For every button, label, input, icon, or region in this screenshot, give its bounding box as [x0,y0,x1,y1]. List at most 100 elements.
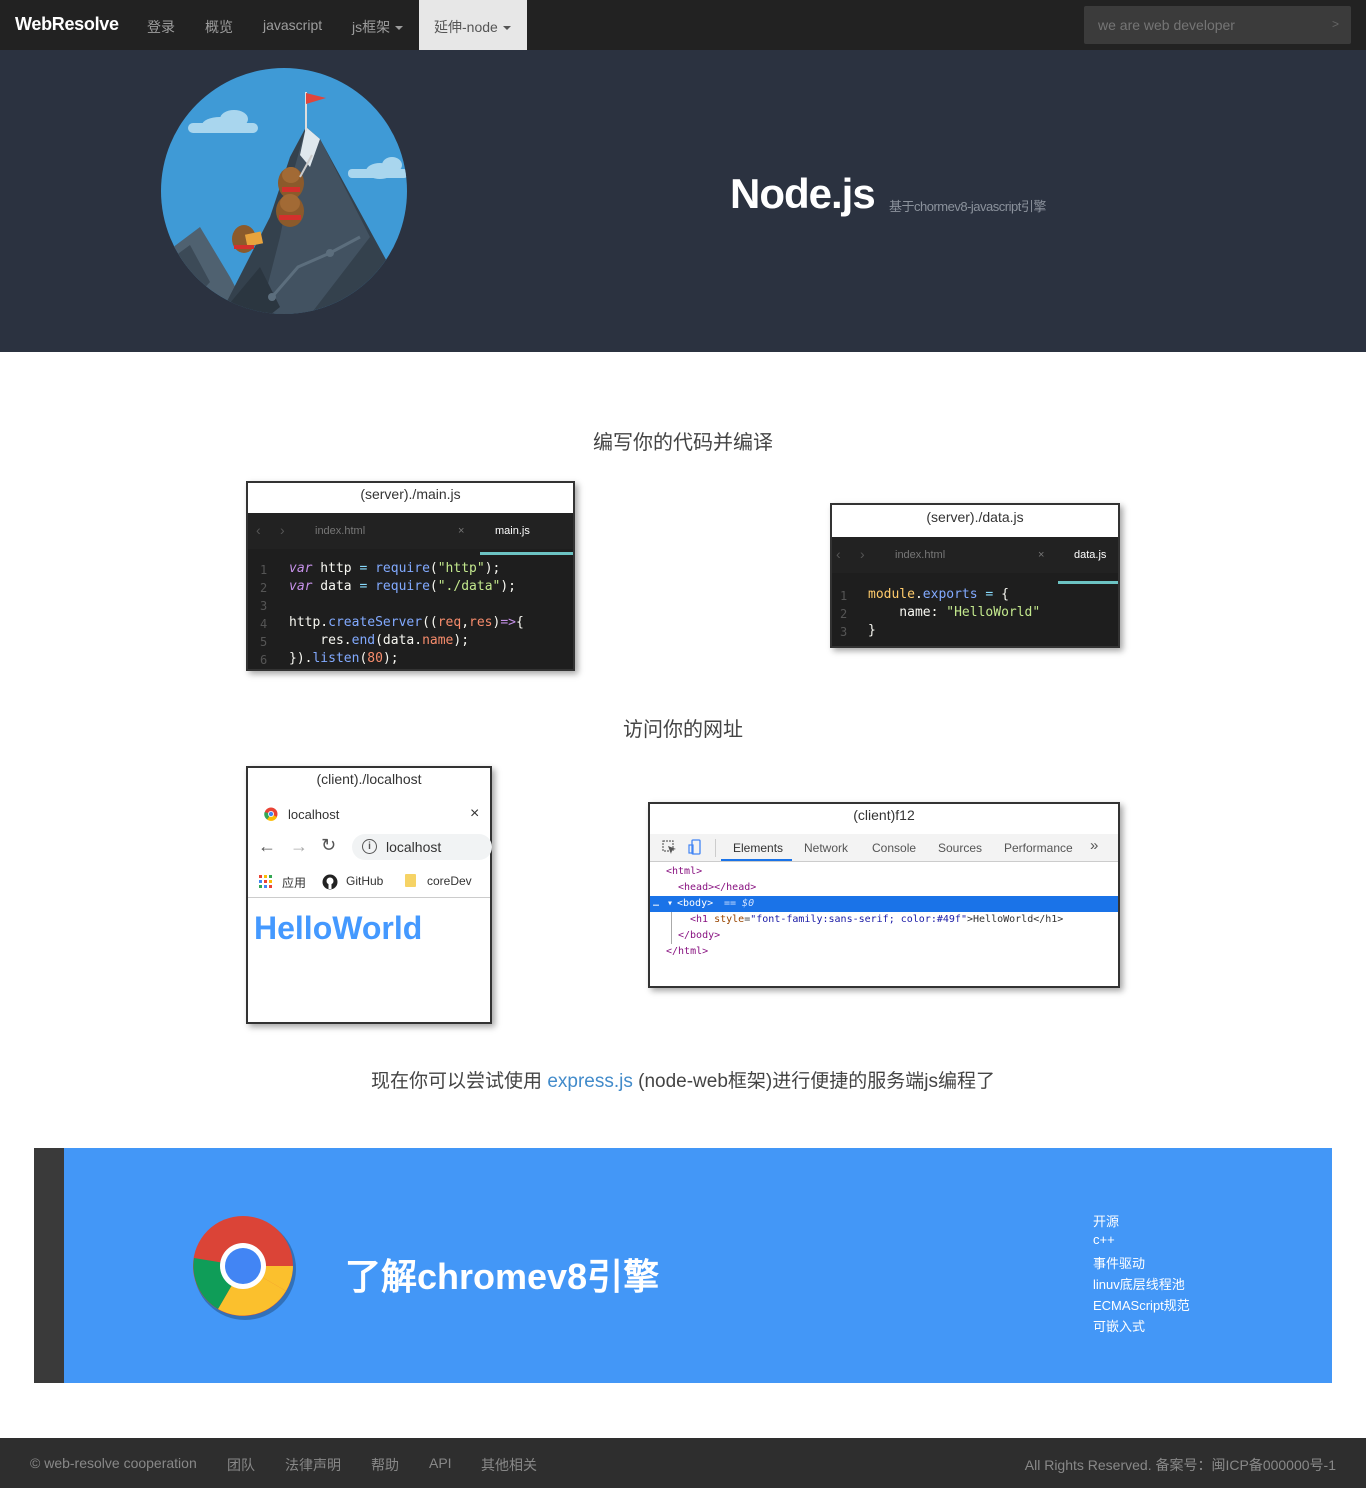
forward-arrow-icon[interactable]: → [290,836,308,857]
tab-close-icon[interactable]: × [1038,549,1044,561]
inspect-element-icon[interactable] [662,840,677,855]
feature-embeddable: 可嵌入式 [1093,1319,1146,1334]
tree-guide [671,912,672,944]
hero: Node.js 基于chormev8-javascript引擎 [0,50,1366,352]
tab-index-html[interactable]: index.html [315,525,365,537]
nav-node-label: 延伸-node [434,19,498,35]
address-bar[interactable]: i localhost [352,834,492,860]
reload-icon[interactable]: ↻ [321,835,336,856]
dom-line-html[interactable]: <html> [666,864,702,880]
back-arrow-icon[interactable]: ‹ [256,522,261,538]
search-box: > [1084,6,1351,44]
nav-js-framework[interactable]: js框架 [352,17,404,37]
selected-marker: == $0 [724,898,755,909]
window-caption: (client)./localhost [316,771,422,787]
tab-index-html[interactable]: index.html [895,549,945,561]
hero-subtitle: 基于chormev8-javascript引擎 [889,199,1046,214]
code-editor: ‹ › index.html × data.js 123 module.expo… [832,537,1118,646]
devtools-tab-sources[interactable]: Sources [938,841,982,855]
window-caption: (server)./data.js [926,509,1024,525]
tab-main-js[interactable]: main.js [495,525,530,537]
data-js-window: (server)./data.js ‹ › index.html × data.… [830,503,1120,648]
feature-thread-pool: linuv底层线程池 [1093,1277,1185,1292]
back-arrow-icon[interactable]: ‹ [836,546,841,562]
devtools-tab-network[interactable]: Network [804,841,848,855]
dom-line-body-selected[interactable]: … ▾ <body> == $0 [650,896,1118,912]
dom-line-body-close[interactable]: </body> [678,928,720,944]
code-content: var http = require("http"); var data = r… [289,561,524,666]
address-text: localhost [386,839,442,855]
expand-triangle-icon[interactable]: ▾ [667,896,673,912]
device-toolbar-icon[interactable] [688,839,702,855]
footer-copyright: © web-resolve cooperation [30,1455,197,1471]
github-icon [322,874,338,890]
mountain-illustration [161,68,407,314]
search-input[interactable] [1084,6,1324,44]
localhost-browser-window: (client)./localhost localhost × ← → ↻ i … [246,766,492,1024]
folder-icon [405,874,416,887]
bookmarks-bar: 应用 GitHub coreDev [248,870,490,898]
bookmark-coredev[interactable]: coreDev [427,874,472,888]
nav-javascript[interactable]: javascript [263,17,322,33]
bookmark-apps[interactable]: 应用 [282,874,306,891]
express-tip-after: (node-web框架)进行便捷的服务端js编程了 [632,1071,995,1092]
nav-login[interactable]: 登录 [147,17,175,37]
back-arrow-icon[interactable]: ← [258,836,276,857]
dom-line-h1[interactable]: <h1 style="font-family:sans-serif; color… [690,912,1063,928]
bookmark-github[interactable]: GitHub [346,874,383,888]
banner-side-strip [34,1148,64,1383]
nav-js-framework-label: js框架 [352,19,391,35]
banner-title: 了解chromev8引擎 [345,1256,660,1297]
tab-close-icon[interactable]: × [470,805,479,823]
devtools-tab-elements[interactable]: Elements [733,841,783,855]
express-link[interactable]: express.js [547,1071,633,1092]
footer-api-link[interactable]: API [429,1455,452,1471]
forward-arrow-icon[interactable]: › [860,546,865,562]
toolbar-divider [715,839,716,857]
browser-toolbar: ← → ↻ i localhost [248,832,492,866]
footer-team-link[interactable]: 团队 [227,1455,255,1475]
footer-other-link[interactable]: 其他相关 [481,1455,537,1475]
window-caption: (client)f12 [853,807,915,823]
info-icon[interactable]: i [362,839,377,854]
devtools-tab-performance[interactable]: Performance [1004,841,1073,855]
caret-down-icon [395,26,404,31]
footer-legal-link[interactable]: 法律声明 [285,1455,341,1475]
active-tab-indicator [721,859,792,861]
feature-cpp: c++ [1093,1232,1115,1247]
dom-line-html-close[interactable]: </html> [666,944,708,960]
dom-line-head[interactable]: <head></head> [678,880,756,896]
body-tag: <body> [677,898,714,909]
code-editor: ‹ › index.html × main.js 123456 var http… [248,513,573,669]
feature-open-source: 开源 [1093,1214,1120,1229]
chrome-logo-icon [193,1216,296,1320]
line-numbers: 123456 [260,563,268,667]
nav-node[interactable]: 延伸-node [419,0,527,50]
devtools-toolbar: Elements Network Console Sources Perform… [650,834,1118,862]
section-title-write-code: 编写你的代码并编译 [593,432,773,454]
tab-title: localhost [288,807,340,822]
tab-data-js[interactable]: data.js [1074,549,1106,561]
line-numbers: 123 [840,589,848,639]
footer-help-link[interactable]: 帮助 [371,1455,399,1475]
dom-tree: <html> <head></head> … ▾ <body> == $0 <h… [650,864,1118,984]
brand-logo[interactable]: WebResolve [15,14,119,35]
editor-tab-bar: ‹ › index.html × data.js [832,537,1118,584]
express-tip-before: 现在你可以尝试使用 [371,1071,548,1092]
more-tabs-icon[interactable]: » [1090,837,1098,854]
nav-overview[interactable]: 概览 [205,17,233,37]
tab-close-icon[interactable]: × [458,525,464,537]
devtools-tab-console[interactable]: Console [872,841,916,855]
apps-grid-icon [259,875,272,888]
editor-tab-bar: ‹ › index.html × main.js [248,513,573,555]
code-content: module.exports = { name: "HelloWorld" } [868,587,1041,638]
footer-rights: All Rights Reserved. 备案号：闽ICP备000000号-1 [1024,1457,1336,1473]
hero-title: Node.js [730,170,876,217]
forward-arrow-icon[interactable]: › [280,522,285,538]
feature-ecmascript: ECMAScript规范 [1093,1298,1190,1313]
express-tip: 现在你可以尝试使用 express.js (node-web框架)进行便捷的服务… [0,1066,1366,1093]
active-tab-indicator [480,552,573,555]
browser-tab[interactable]: localhost × [248,796,490,826]
search-submit-button[interactable]: > [1332,17,1339,31]
main-js-window: (server)./main.js ‹ › index.html × main.… [246,481,575,671]
